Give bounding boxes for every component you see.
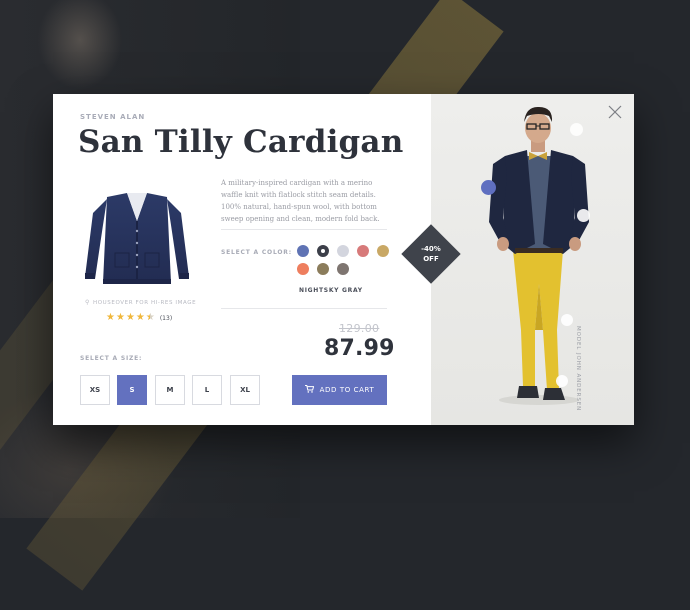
product-quickview-card: STEVEN ALAN San Tilly Cardigan ⚲ HOUSEOV…	[53, 94, 634, 425]
hover-hint-text: HOUSEOVER FOR HI-RES IMAGE	[93, 300, 197, 306]
product-description: A military-inspired cardigan with a meri…	[221, 179, 380, 223]
brand-name[interactable]: STEVEN ALAN	[80, 113, 145, 121]
discount-off: OFF	[423, 255, 439, 263]
product-details-panel: STEVEN ALAN San Tilly Cardigan ⚲ HOUSEOV…	[53, 94, 431, 425]
hotspot-pants[interactable]	[561, 314, 573, 326]
model-photo	[489, 106, 589, 405]
color-label: SELECT A COLOR:	[221, 249, 292, 256]
color-swatch-navy[interactable]	[317, 245, 329, 257]
color-swatch-coral[interactable]	[297, 263, 309, 275]
selected-color-name: NIGHTSKY GRAY	[299, 287, 363, 294]
hotspot-cardigan-active[interactable]	[481, 180, 496, 195]
hotspot-shoes[interactable]	[556, 375, 568, 387]
product-title: San Tilly Cardigan	[78, 124, 404, 160]
star-icon: ★	[125, 312, 135, 323]
size-option-xl[interactable]: XL	[230, 375, 260, 405]
size-option-l[interactable]: L	[192, 375, 222, 405]
magnifier-icon: ⚲	[85, 299, 90, 306]
half-star-icon: ★	[146, 313, 155, 324]
discount-text: -40% OFF	[410, 244, 452, 264]
color-swatch-olive[interactable]	[317, 263, 329, 275]
color-swatch-taupe[interactable]	[337, 263, 349, 275]
original-price: 129.00	[339, 322, 380, 335]
star-icon: ★	[135, 312, 145, 323]
product-image[interactable]	[81, 191, 193, 291]
size-label: SELECT A SIZE:	[80, 355, 143, 362]
hover-hint: ⚲ HOUSEOVER FOR HI-RES IMAGE	[85, 299, 196, 306]
divider	[221, 229, 387, 230]
rating[interactable]: ★ ★ ★ ★ ★ (13)	[106, 312, 173, 324]
close-icon[interactable]	[608, 105, 622, 119]
star-icon: ★	[115, 312, 125, 323]
model-credit: MODEL JOHN ANDERSEN	[575, 326, 581, 412]
hotspot-glasses[interactable]	[570, 123, 583, 136]
color-swatch-light-gray[interactable]	[337, 245, 349, 257]
model-photo-panel[interactable]: MODEL JOHN ANDERSEN	[431, 94, 634, 425]
discount-percent: -40%	[421, 245, 441, 253]
color-swatch-tan[interactable]	[377, 245, 389, 257]
size-option-xs[interactable]: XS	[80, 375, 110, 405]
star-icon: ★	[106, 312, 115, 323]
color-swatch-blue[interactable]	[297, 245, 309, 257]
color-swatch-rose[interactable]	[357, 245, 369, 257]
hotspot-shirt[interactable]	[577, 209, 590, 222]
add-to-cart-label: ADD TO CART	[319, 386, 375, 394]
add-to-cart-button[interactable]: ADD TO CART	[292, 375, 387, 405]
review-count: (13)	[159, 314, 173, 322]
cart-icon	[304, 385, 314, 395]
divider	[221, 308, 387, 309]
sale-price: 87.99	[324, 336, 395, 361]
size-option-m[interactable]: M	[155, 375, 185, 405]
size-option-s[interactable]: S	[117, 375, 147, 405]
